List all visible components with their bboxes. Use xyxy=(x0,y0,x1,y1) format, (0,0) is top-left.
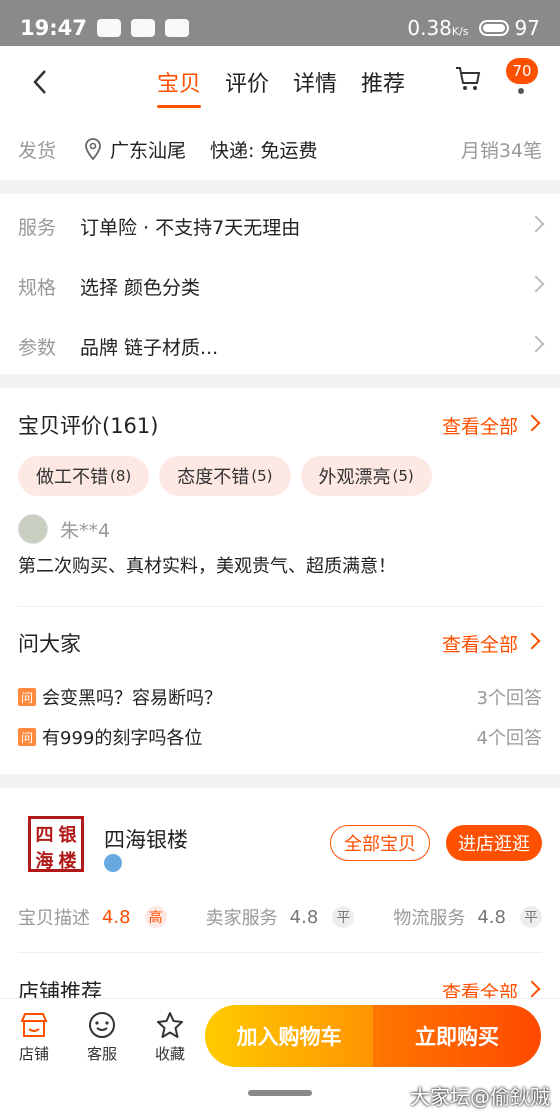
divider xyxy=(18,952,542,953)
back-arrow-icon xyxy=(33,70,46,94)
service-row[interactable]: 服务 订单险 · 不支持7天无理由 xyxy=(18,196,300,256)
battery-indicator: 97 xyxy=(478,16,540,40)
ask-icon: 问 xyxy=(18,688,36,706)
network-speed: 0.38K/s xyxy=(407,16,469,40)
review-text[interactable]: 第二次购买、真材实料，美观贵气、超质满意！ xyxy=(18,552,396,578)
back-button[interactable] xyxy=(0,46,80,118)
location-pin-icon xyxy=(85,138,101,160)
chevron-right-icon xyxy=(527,275,545,293)
rating-logistics: 物流服务 4.8 平 xyxy=(393,904,542,930)
review-tag[interactable]: 态度不错 (5) xyxy=(159,456,291,496)
qa-item[interactable]: 问 有999的刻字吗各位 4个回答 xyxy=(18,722,542,752)
shipping-label: 发货 xyxy=(18,139,57,162)
status-time: 19:47 xyxy=(20,16,87,40)
cart-button[interactable] xyxy=(454,64,482,96)
reviews-title: 宝贝评价(161) xyxy=(18,414,159,438)
reviews-section: 宝贝评价(161) 查看全部 做工不错 (8) 态度不错 (5) 外观漂亮 (5) 朱… xyxy=(0,388,560,774)
review-tag[interactable]: 做工不错 (8) xyxy=(18,456,150,496)
cart-badge: 70 xyxy=(506,58,538,84)
more-dot-icon[interactable] xyxy=(518,88,524,94)
shop-name[interactable]: 四海银楼 xyxy=(104,824,188,854)
reviewer: 朱**4 xyxy=(18,514,110,544)
buy-now-button[interactable]: 立即购买 xyxy=(373,1005,541,1067)
express-fee: 快递: 免运费 xyxy=(210,139,318,162)
bottom-action-bar: 店铺 客服 收藏 加入购物车 立即购买 xyxy=(0,998,560,1080)
top-navigation: 宝贝 评价 详情 推荐 70 xyxy=(0,46,560,118)
params-row[interactable]: 参数 品牌 链子材质... xyxy=(18,316,218,376)
shipping-row: 发货 广东汕尾 快递: 免运费 月销34笔 xyxy=(0,118,560,180)
spec-row[interactable]: 规格 选择 颜色分类 xyxy=(18,256,200,316)
monthly-sales: 月销34笔 xyxy=(460,139,542,162)
review-tags: 做工不错 (8) 态度不错 (5) 外观漂亮 (5) xyxy=(18,456,432,496)
news-icon xyxy=(164,19,189,37)
qa-title: 问大家 xyxy=(18,632,81,656)
chevron-right-icon xyxy=(523,632,541,650)
qq-icon xyxy=(130,19,155,37)
enter-shop-button[interactable]: 进店逛逛 xyxy=(446,825,542,861)
qa-item[interactable]: 问 会变黑吗？容易断吗？ 3个回答 xyxy=(18,682,542,712)
chevron-right-icon xyxy=(527,215,545,233)
tab-item[interactable]: 宝贝 xyxy=(157,46,202,118)
service-section: 服务 订单险 · 不支持7天无理由 规格 选择 颜色分类 参数 品牌 链子材质.… xyxy=(0,194,560,374)
customer-service-button[interactable]: 客服 xyxy=(74,1011,130,1064)
shop-logo[interactable]: 四银 海楼 xyxy=(28,816,84,872)
rating-service: 卖家服务 4.8 平 xyxy=(206,904,355,930)
add-to-cart-button[interactable]: 加入购物车 xyxy=(205,1005,373,1067)
chevron-right-icon xyxy=(527,335,545,353)
chevron-right-icon xyxy=(523,980,541,998)
review-tag[interactable]: 外观漂亮 (5) xyxy=(300,456,432,496)
shipping-location: 广东汕尾 xyxy=(84,136,186,163)
qa-see-all[interactable]: 查看全部 xyxy=(442,630,518,657)
reviews-see-all[interactable]: 查看全部 xyxy=(442,412,518,439)
shop-ratings: 宝贝描述 4.8 高 卖家服务 4.8 平 物流服务 4.8 平 xyxy=(18,904,542,930)
chat-face-icon xyxy=(89,1012,115,1038)
battery-icon xyxy=(478,20,509,36)
all-items-button[interactable]: 全部宝贝 xyxy=(330,825,430,861)
tab-recommend[interactable]: 推荐 xyxy=(361,46,405,118)
avatar xyxy=(18,514,48,544)
reviewer-name: 朱**4 xyxy=(60,519,111,542)
rating-description: 宝贝描述 4.8 高 xyxy=(18,904,167,930)
message-icon xyxy=(96,19,121,37)
tab-details[interactable]: 详情 xyxy=(293,46,337,118)
ask-icon: 问 xyxy=(18,728,36,746)
chevron-right-icon xyxy=(523,414,541,432)
favorite-button[interactable]: 收藏 xyxy=(142,1011,198,1064)
battery-level: 97 xyxy=(514,16,540,40)
shop-button[interactable]: 店铺 xyxy=(6,1011,62,1064)
shop-level-icon xyxy=(104,854,122,872)
store-icon xyxy=(20,1013,48,1037)
cart-icon xyxy=(456,67,481,90)
tab-reviews[interactable]: 评价 xyxy=(225,46,269,118)
divider xyxy=(18,606,542,607)
tab-bar: 宝贝 评价 详情 推荐 xyxy=(157,46,405,118)
star-icon xyxy=(157,1012,183,1038)
notification-icons xyxy=(96,19,189,37)
home-indicator[interactable] xyxy=(248,1090,312,1096)
watermark: 大家坛@偷鈥贼 xyxy=(410,1085,550,1109)
